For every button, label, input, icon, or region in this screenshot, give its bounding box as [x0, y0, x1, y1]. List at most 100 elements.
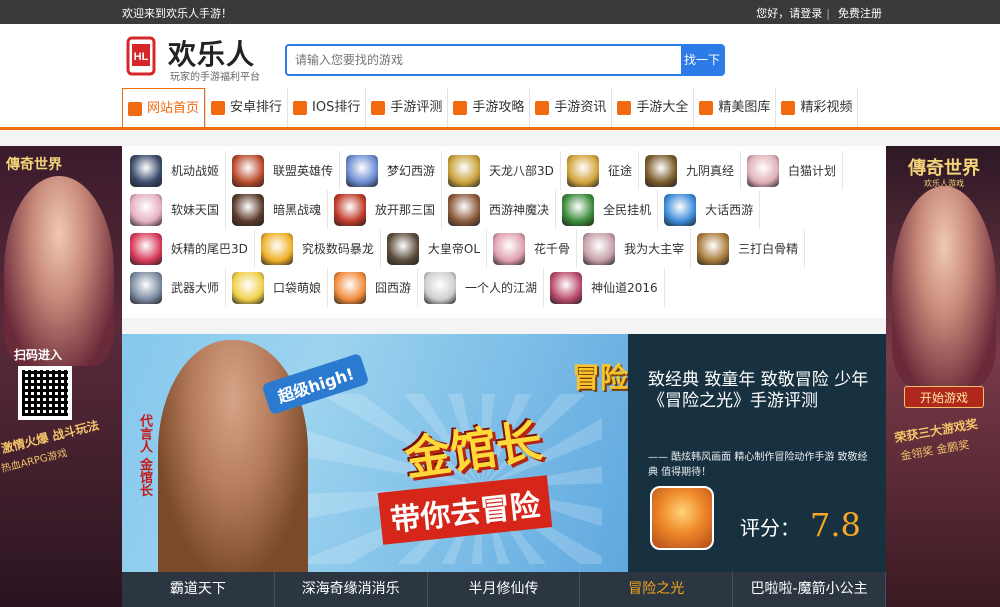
- game-icon[interactable]: [424, 271, 457, 304]
- nav-item-3[interactable]: 手游评测: [365, 88, 447, 127]
- game-icon[interactable]: [493, 232, 526, 265]
- game-name[interactable]: 天龙八部3D: [489, 162, 554, 179]
- qr-code[interactable]: [18, 366, 72, 420]
- game-item[interactable]: 一个人的江湖: [422, 268, 545, 307]
- game-icon[interactable]: [650, 486, 714, 550]
- game-icon[interactable]: [664, 193, 697, 226]
- game-icon[interactable]: [232, 154, 265, 187]
- left-ad-banner[interactable]: 傳奇世界 扫码进入 激情火爆 战斗玩法 热血ARPG游戏: [0, 146, 122, 607]
- game-item[interactable]: 西游神魔决: [446, 190, 557, 229]
- game-item[interactable]: 软妹天国: [128, 190, 227, 229]
- game-name[interactable]: 一个人的江湖: [465, 279, 537, 296]
- game-item[interactable]: 究极数码暴龙: [259, 229, 381, 268]
- nav-item-7[interactable]: 精美图库: [693, 88, 775, 127]
- nav-item-6[interactable]: 手游大全: [611, 88, 693, 127]
- game-item[interactable]: 大话西游: [662, 190, 761, 229]
- game-item[interactable]: 我为大主宰: [581, 229, 692, 268]
- hero-banner-image[interactable]: 代言人 金馆长 超级high! 金馆长 带你去冒险 冒险: [122, 334, 628, 572]
- game-name[interactable]: 全民挂机: [603, 201, 651, 218]
- game-name[interactable]: 梦幻西游: [387, 162, 435, 179]
- game-item[interactable]: 妖精的尾巴3D: [128, 229, 255, 268]
- game-name[interactable]: 妖精的尾巴3D: [171, 240, 248, 257]
- game-item[interactable]: 机动战姬: [128, 151, 227, 190]
- game-item[interactable]: 花千骨: [491, 229, 578, 268]
- game-name[interactable]: 西游神魔决: [489, 201, 549, 218]
- nav-item-1[interactable]: 安卓排行: [205, 88, 287, 127]
- nav-item-8[interactable]: 精彩视频: [775, 88, 859, 127]
- game-item[interactable]: 口袋萌娘: [230, 268, 329, 307]
- hero-carousel[interactable]: 代言人 金馆长 超级high! 金馆长 带你去冒险 冒险 致经典 致童年 致敬冒…: [122, 334, 886, 572]
- game-icon[interactable]: [448, 154, 481, 187]
- logo-title[interactable]: 欢乐人: [168, 33, 255, 73]
- game-item[interactable]: 大皇帝OL: [385, 229, 488, 268]
- game-name[interactable]: 究极数码暴龙: [302, 240, 374, 257]
- hero-headline[interactable]: 致经典 致童年 致敬冒险 少年 《冒险之光》手游评测: [648, 370, 870, 412]
- game-icon[interactable]: [746, 154, 779, 187]
- start-game-button[interactable]: 开始游戏: [904, 386, 984, 408]
- game-name[interactable]: 武器大师: [171, 279, 219, 296]
- game-item[interactable]: 天龙八部3D: [446, 151, 561, 190]
- hero-tab[interactable]: 冒险之光: [580, 572, 734, 607]
- game-icon[interactable]: [550, 271, 583, 304]
- game-icon[interactable]: [232, 193, 265, 226]
- hero-tab[interactable]: 深海奇缘消消乐: [275, 572, 428, 607]
- game-item[interactable]: 神仙道2016: [548, 268, 665, 307]
- game-name[interactable]: 口袋萌娘: [273, 279, 321, 296]
- game-name[interactable]: 白猫计划: [788, 162, 836, 179]
- game-name[interactable]: 大皇帝OL: [428, 240, 480, 257]
- game-item[interactable]: 征途: [565, 151, 639, 190]
- game-name[interactable]: 放开那三国: [375, 201, 435, 218]
- hero-tab[interactable]: 半月修仙传: [428, 572, 581, 607]
- hero-tab[interactable]: 霸道天下: [122, 572, 275, 607]
- search-input[interactable]: [287, 46, 679, 74]
- game-icon[interactable]: [130, 193, 162, 226]
- game-name[interactable]: 联盟英雄传: [273, 162, 333, 179]
- game-name[interactable]: 花千骨: [534, 240, 570, 257]
- login-link[interactable]: 您好，请登录: [756, 7, 822, 20]
- right-ad-banner[interactable]: 傳奇世界 欢乐人游戏 开始游戏 荣获三大游戏奖 金翎奖 金鹏奖: [886, 146, 1000, 607]
- game-item[interactable]: 放开那三国: [332, 190, 443, 229]
- game-icon[interactable]: [386, 232, 419, 265]
- game-name[interactable]: 九阴真经: [686, 162, 734, 179]
- game-name[interactable]: 大话西游: [705, 201, 753, 218]
- game-icon[interactable]: [334, 271, 367, 304]
- game-icon[interactable]: [583, 232, 616, 265]
- game-icon[interactable]: [232, 271, 265, 304]
- game-item[interactable]: 白猫计划: [745, 151, 843, 190]
- game-name[interactable]: 我为大主宰: [624, 240, 684, 257]
- game-icon[interactable]: [260, 232, 293, 265]
- game-name[interactable]: 软妹天国: [171, 201, 219, 218]
- game-item[interactable]: 联盟英雄传: [230, 151, 341, 190]
- nav-item-4[interactable]: 手游攻略: [447, 88, 529, 127]
- nav-item-2[interactable]: IOS排行: [287, 88, 365, 127]
- game-item[interactable]: 武器大师: [128, 268, 227, 307]
- game-icon[interactable]: [346, 154, 379, 187]
- hero-tab[interactable]: 巴啦啦-魔箭小公主: [733, 572, 886, 607]
- game-icon[interactable]: [562, 193, 595, 226]
- game-icon[interactable]: [334, 193, 367, 226]
- game-item[interactable]: 暗黑战魂: [230, 190, 329, 229]
- game-item[interactable]: 梦幻西游: [344, 151, 443, 190]
- game-item[interactable]: 全民挂机: [560, 190, 659, 229]
- register-link[interactable]: 免费注册: [838, 7, 882, 20]
- game-name[interactable]: 征途: [608, 162, 632, 179]
- game-item[interactable]: 囧西游: [332, 268, 419, 307]
- game-name[interactable]: 暗黑战魂: [273, 201, 321, 218]
- game-icon[interactable]: [448, 193, 481, 226]
- game-icon[interactable]: [566, 154, 599, 187]
- game-name[interactable]: 神仙道2016: [591, 279, 658, 296]
- game-icon[interactable]: [130, 271, 162, 304]
- nav-item-5[interactable]: 手游资讯: [529, 88, 611, 127]
- game-item[interactable]: 九阴真经: [643, 151, 741, 190]
- game-icon[interactable]: [130, 154, 162, 187]
- game-name[interactable]: 三打白骨精: [738, 240, 798, 257]
- game-icon[interactable]: [697, 232, 730, 265]
- game-name[interactable]: 囧西游: [375, 279, 411, 296]
- game-name[interactable]: 机动战姬: [171, 162, 219, 179]
- game-icon[interactable]: [130, 232, 162, 265]
- game-item[interactable]: 三打白骨精: [695, 229, 806, 268]
- search-button[interactable]: 找一下: [681, 46, 723, 74]
- game-icon[interactable]: [644, 154, 677, 187]
- nav-item-0[interactable]: 网站首页: [122, 88, 206, 128]
- logo-icon[interactable]: HL: [122, 36, 162, 76]
